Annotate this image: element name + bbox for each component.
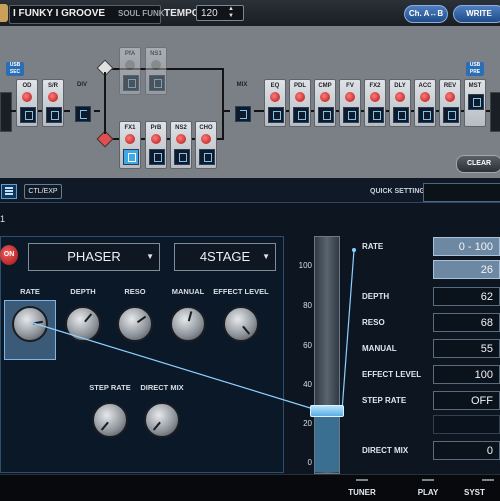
param-label-step-rate: STEP RATE [362, 396, 407, 405]
param-value-effect-level[interactable]: 100 [433, 365, 500, 384]
slider-fill [315, 411, 339, 472]
scale-label: 80 [303, 301, 312, 310]
param-label-effect-level: EFFECT LEVEL [362, 370, 422, 379]
play-button[interactable]: PLAY [403, 488, 453, 497]
param-value-direct-mix[interactable]: 0 [433, 441, 500, 460]
scale-label: 0 [307, 458, 312, 467]
param-label-direct-mix: DIRECT MIX [362, 446, 409, 455]
tuner-button[interactable]: TUNER [337, 488, 387, 497]
scale-label: 20 [303, 419, 312, 428]
tuner-led [356, 479, 368, 481]
slider-thumb[interactable] [310, 405, 344, 417]
system-led [482, 479, 494, 481]
scale-label: 100 [298, 261, 312, 270]
param-label-reso: RESO [362, 318, 385, 327]
link-line [29, 248, 356, 412]
param-value-blank [433, 415, 500, 434]
param-value-step-rate[interactable]: OFF [433, 391, 500, 410]
play-led [422, 479, 434, 481]
param-value-rate[interactable]: 26 [433, 260, 500, 279]
param-value-depth[interactable]: 62 [433, 287, 500, 306]
system-button[interactable]: SYST [464, 488, 500, 497]
param-value-range[interactable]: 0 - 100 [433, 237, 500, 256]
param-value-manual[interactable]: 55 [433, 339, 500, 358]
param-value-reso[interactable]: 68 [433, 313, 500, 332]
scale-label: 60 [303, 341, 312, 350]
scale-label: 40 [303, 380, 312, 389]
param-label-depth: DEPTH [362, 292, 390, 301]
param-label-rate: RATE [362, 242, 384, 251]
param-label-manual: MANUAL [362, 344, 397, 353]
